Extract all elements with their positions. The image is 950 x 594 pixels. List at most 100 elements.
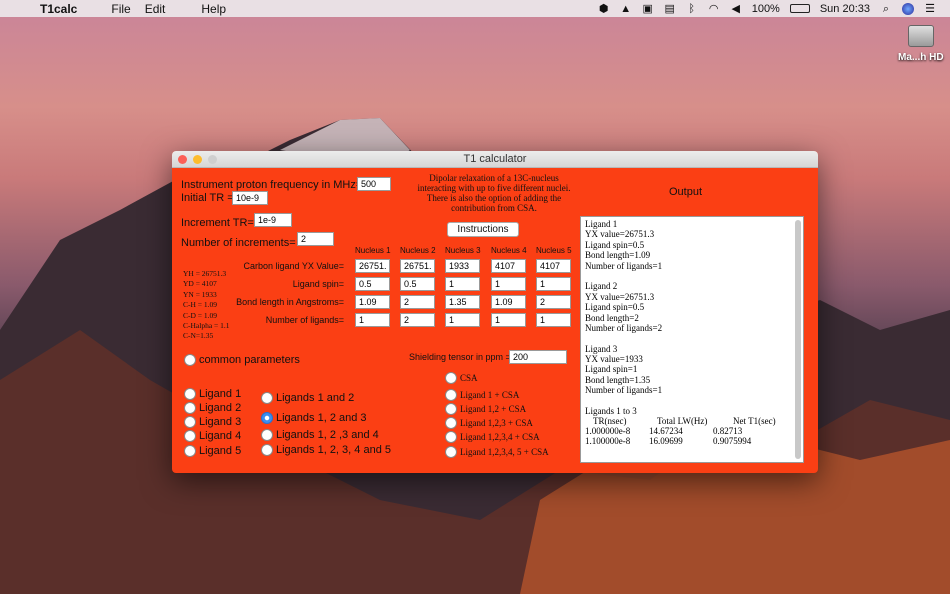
radio-dot[interactable] — [261, 429, 273, 441]
hard-disk-icon[interactable] — [908, 25, 934, 47]
wifi-icon[interactable]: ◠ — [708, 3, 720, 15]
menu-file[interactable]: File — [111, 2, 130, 16]
nucleus-3-spin-input[interactable]: 1 — [445, 277, 480, 291]
clipboard-icon[interactable]: ▤ — [664, 3, 676, 15]
menubar: T1calc File Edit Help ⬢ ▲ ▣ ▤ ᛒ ◠ ◀ 100%… — [0, 0, 950, 17]
battery-icon[interactable] — [789, 4, 810, 13]
output-scrollbar[interactable] — [795, 220, 801, 459]
ligand-1-radio[interactable]: Ligand 1 — [184, 388, 241, 400]
bluetooth-icon[interactable]: ᛒ — [686, 3, 698, 15]
num-increments-input[interactable]: 2 — [297, 232, 334, 246]
ligand-2-radio[interactable]: Ligand 2 — [184, 402, 241, 414]
common-params-radio[interactable]: common parameters — [184, 354, 300, 366]
search-icon[interactable]: ⌕ — [880, 3, 892, 15]
nucleus-4-count-input[interactable]: 1 — [491, 313, 526, 327]
radio-dot[interactable] — [445, 372, 457, 384]
zoom-button[interactable] — [208, 155, 217, 164]
output-line: Bond length=1.09 — [585, 250, 651, 261]
ligand-1-4-csa-radio[interactable]: Ligand 1,2,3,4 + CSA — [445, 431, 540, 443]
minimize-button[interactable] — [193, 155, 202, 164]
notification-center-icon[interactable]: ☰ — [924, 3, 936, 15]
ligand-1-csa-radio[interactable]: Ligand 1 + CSA — [445, 389, 519, 401]
row-label-yx: Carbon ligand YX Value= — [243, 261, 345, 271]
radio-label: Ligand 2 — [199, 402, 242, 414]
radio-dot[interactable] — [445, 431, 457, 443]
menu-edit[interactable]: Edit — [145, 2, 166, 16]
ligand-1-3-csa-radio[interactable]: Ligand 1,2,3 + CSA — [445, 417, 533, 429]
drive-icon[interactable]: ▲ — [620, 3, 632, 15]
output-line: Bond length=2 — [585, 312, 639, 323]
output-line: Ligand spin=0.5 — [585, 239, 645, 250]
output-textarea[interactable]: Ligand 1 YX value=26751.3 Ligand spin=0.5 B… — [580, 216, 804, 463]
radio-dot[interactable] — [184, 416, 196, 428]
nucleus-5-spin-input[interactable]: 1 — [536, 277, 571, 291]
nucleus-1-yx-input[interactable]: 26751. — [355, 259, 390, 273]
close-button[interactable] — [178, 155, 187, 164]
ligands-1-2-radio[interactable]: Ligands 1 and 2 — [261, 392, 354, 404]
radio-dot[interactable] — [445, 417, 457, 429]
shielding-input[interactable]: 200 — [509, 350, 567, 364]
nucleus-2-yx-input[interactable]: 26751. — [400, 259, 435, 273]
nucleus-3-count-input[interactable]: 1 — [445, 313, 480, 327]
t1-calculator-window: T1 calculator Instrument proton frequenc… — [172, 151, 818, 473]
radio-dot[interactable] — [184, 354, 196, 366]
description-line: interacting with up to five different nu… — [417, 183, 571, 193]
instructions-button[interactable]: Instructions — [447, 222, 519, 237]
menu-app-name[interactable]: T1calc — [40, 2, 77, 16]
output-line: YX value=26751.3 — [585, 291, 655, 302]
volume-icon[interactable]: ◀ — [730, 3, 742, 15]
nucleus-4-spin-input[interactable]: 1 — [491, 277, 526, 291]
increment-tr-input[interactable]: 1e-9 — [254, 213, 292, 227]
radio-label: Ligands 1, 2 and 3 — [276, 412, 367, 424]
ligands-1-4-radio[interactable]: Ligands 1, 2 ,3 and 4 — [261, 429, 379, 441]
output-line: YX value=26751.3 — [585, 229, 655, 240]
nucleus-2-bond-input[interactable]: 2 — [400, 295, 435, 309]
clock[interactable]: Sun 20:33 — [820, 3, 870, 15]
nucleus-1-count-input[interactable]: 1 — [355, 313, 390, 327]
nucleus-5-yx-input[interactable]: 4107 — [536, 259, 571, 273]
nucleus-2-spin-input[interactable]: 0.5 — [400, 277, 435, 291]
nucleus-2-count-input[interactable]: 2 — [400, 313, 435, 327]
dropbox-icon[interactable]: ⬢ — [598, 3, 610, 15]
ligand-5-radio[interactable]: Ligand 5 — [184, 445, 241, 457]
radio-dot[interactable] — [184, 388, 196, 400]
nucleus-header-5: Nucleus 5 — [536, 246, 572, 255]
nucleus-1-spin-input[interactable]: 0.5 — [355, 277, 390, 291]
csa-radio[interactable]: CSA — [445, 372, 478, 384]
nucleus-5-count-input[interactable]: 1 — [536, 313, 571, 327]
constant-item: YH = 26751.3 — [183, 269, 227, 278]
table-header: Net T1(sec) — [733, 416, 776, 427]
window-titlebar[interactable]: T1 calculator — [172, 151, 818, 168]
radio-dot[interactable] — [445, 446, 457, 458]
radio-dot-selected[interactable] — [261, 412, 273, 424]
nucleus-3-bond-input[interactable]: 1.35 — [445, 295, 480, 309]
row-label-spin: Ligand spin= — [292, 279, 344, 289]
radio-dot[interactable] — [184, 430, 196, 442]
ligand-3-radio[interactable]: Ligand 3 — [184, 416, 241, 428]
freq-input[interactable]: 500 — [357, 177, 391, 191]
siri-icon[interactable] — [902, 2, 914, 15]
shield-icon[interactable]: ▣ — [642, 3, 654, 15]
ligand-1-5-csa-radio[interactable]: Ligand 1,2,3,4, 5 + CSA — [445, 446, 549, 458]
ligand-4-radio[interactable]: Ligand 4 — [184, 430, 241, 442]
ligands-1-5-radio[interactable]: Ligands 1, 2, 3, 4 and 5 — [261, 444, 391, 456]
radio-dot[interactable] — [184, 402, 196, 414]
nucleus-3-yx-input[interactable]: 1933 — [445, 259, 480, 273]
radio-dot[interactable] — [261, 392, 273, 404]
nucleus-4-yx-input[interactable]: 4107 — [491, 259, 526, 273]
initial-tr-input[interactable]: 10e-9 — [232, 191, 268, 205]
radio-dot[interactable] — [184, 445, 196, 457]
nucleus-1-bond-input[interactable]: 1.09 — [355, 295, 390, 309]
menu-help[interactable]: Help — [201, 2, 226, 16]
nucleus-4-bond-input[interactable]: 1.09 — [491, 295, 526, 309]
radio-dot[interactable] — [261, 444, 273, 456]
nucleus-5-bond-input[interactable]: 2 — [536, 295, 571, 309]
ligand-1-2-csa-radio[interactable]: Ligand 1,2 + CSA — [445, 403, 526, 415]
radio-dot[interactable] — [445, 389, 457, 401]
ligands-1-2-3-radio[interactable]: Ligands 1, 2 and 3 — [261, 412, 367, 424]
radio-label: common parameters — [199, 354, 300, 366]
constant-item: C-H = 1.09 — [183, 300, 218, 310]
radio-dot[interactable] — [445, 403, 457, 415]
constant-item: YD = 4107 — [183, 279, 217, 289]
